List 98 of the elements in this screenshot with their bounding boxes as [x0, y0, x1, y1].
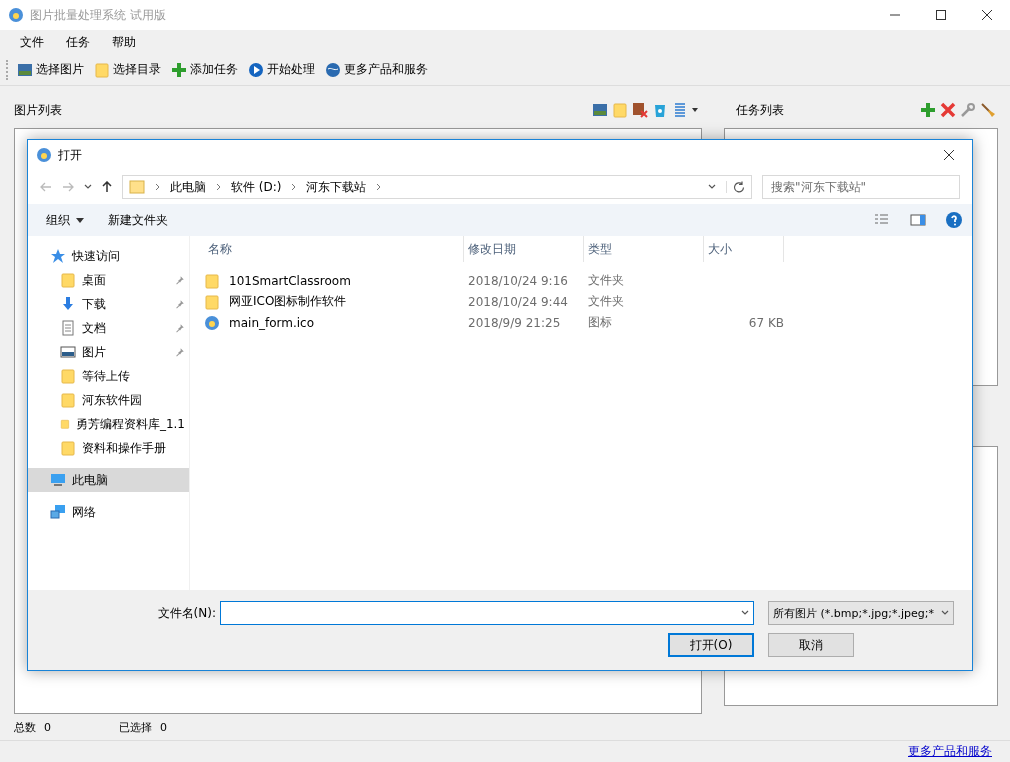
breadcrumb-separator-icon [216, 183, 221, 191]
status-label: 总数 [14, 719, 36, 735]
dialog-button[interactable]: 取消 [768, 633, 854, 657]
broom-icon [980, 102, 996, 118]
star-icon [50, 248, 66, 264]
panel-title: 图片列表 [14, 101, 62, 119]
delete-icon [940, 102, 956, 118]
nav-item[interactable]: 河东软件园 [28, 388, 189, 412]
search-field[interactable]: 搜索"河东下载站" [762, 175, 960, 199]
help-icon [946, 212, 962, 228]
app-icon [204, 314, 220, 331]
close-icon[interactable] [944, 150, 954, 160]
caret-icon [76, 217, 84, 223]
breadcrumb-separator-icon [376, 183, 382, 191]
app-icon [8, 7, 24, 23]
address-bar[interactable]: 此电脑 软件 (D:) 河东下载站 [122, 175, 752, 199]
pin-icon [175, 275, 185, 285]
footer-link[interactable]: 更多产品和服务 [908, 743, 992, 760]
maximize-icon[interactable] [936, 10, 946, 20]
status-value: 0 [44, 720, 51, 734]
picture-icon [592, 102, 608, 118]
column-header[interactable]: 名称 [204, 236, 464, 262]
play-icon [248, 61, 264, 78]
nav-item[interactable]: 此电脑 [28, 468, 189, 492]
window-title: 图片批量处理系统 试用版 [30, 6, 166, 24]
folder-icon [94, 61, 110, 78]
breadcrumb-separator-icon [291, 183, 297, 191]
chevron-icon [941, 610, 949, 616]
folder-icon [60, 368, 76, 384]
download-icon [60, 296, 76, 312]
image-delete-icon [632, 102, 648, 118]
toolbar-button[interactable]: 更多产品和服务 [323, 61, 430, 78]
nav-item[interactable]: 快速访问 [28, 244, 189, 268]
pin-icon [175, 299, 185, 309]
panel-title: 任务列表 [736, 101, 784, 119]
dialog-button[interactable]: 打开(O) [668, 633, 754, 657]
refresh-icon[interactable] [733, 181, 745, 193]
breadcrumb[interactable]: 河东下载站 [306, 178, 367, 196]
nav-item[interactable]: 资料和操作手册 [28, 436, 189, 460]
document-icon [60, 320, 76, 336]
picture-icon [17, 61, 33, 78]
field-label: 文件名(N): [157, 604, 216, 622]
up-arrow-icon[interactable] [102, 181, 112, 193]
command-button[interactable]: 新建文件夹 [100, 209, 176, 231]
nav-item[interactable]: 勇芳编程资料库_1.1 [28, 412, 189, 436]
toolbar-button[interactable]: 开始处理 [246, 61, 317, 78]
folder-icon [204, 293, 220, 310]
network-icon [50, 504, 66, 520]
column-header[interactable]: 大小 [704, 236, 784, 262]
folder-icon [60, 440, 76, 456]
file-row[interactable]: main_form.ico 2018/9/9 21:25 图标 67 KB [190, 312, 972, 333]
nav-item[interactable]: 等待上传 [28, 364, 189, 388]
column-header[interactable]: 修改日期 [464, 236, 584, 262]
pin-icon [175, 323, 185, 333]
folder-icon [612, 102, 628, 118]
plus-icon [171, 61, 187, 78]
list-icon [672, 102, 688, 118]
column-header[interactable]: 类型 [584, 236, 704, 262]
file-row[interactable]: 网亚ICO图标制作软件 2018/10/24 9:44 文件夹 [190, 291, 972, 312]
nav-item[interactable]: 下载 [28, 292, 189, 316]
file-type-dropdown[interactable]: 所有图片 (*.bmp;*.jpg;*.jpeg;* [768, 601, 954, 625]
folder-icon [204, 272, 220, 289]
preview-pane-icon [910, 212, 926, 228]
breadcrumb[interactable]: 软件 (D:) [231, 178, 282, 196]
menu-item[interactable]: 文件 [14, 33, 50, 51]
folder-icon [60, 272, 76, 288]
pin-icon [175, 347, 185, 357]
status-label: 已选择 [119, 719, 152, 735]
nav-item[interactable]: 桌面 [28, 268, 189, 292]
filename-field[interactable] [220, 601, 754, 625]
computer-icon [50, 472, 66, 488]
toolbar-button[interactable]: 选择目录 [92, 61, 163, 78]
history-chevron-icon[interactable] [84, 184, 92, 190]
folder-icon [129, 179, 145, 195]
breadcrumb-separator-icon [155, 183, 160, 191]
wrench-icon [960, 102, 976, 118]
trash-icon [652, 102, 668, 118]
file-row[interactable]: 101SmartClassroom 2018/10/24 9:16 文件夹 [190, 270, 972, 291]
picture-icon [60, 344, 76, 360]
toolbar-button[interactable]: 选择图片 [15, 61, 86, 78]
chevron-icon [741, 610, 749, 616]
command-button[interactable]: 组织 [38, 209, 92, 231]
menu-item[interactable]: 帮助 [106, 33, 142, 51]
plus-icon [920, 102, 936, 118]
nav-item[interactable]: 网络 [28, 500, 189, 524]
status-value: 0 [160, 720, 167, 734]
menu-item[interactable]: 任务 [60, 33, 96, 51]
chevron-icon[interactable] [708, 184, 716, 190]
app-icon [36, 147, 52, 163]
dialog-title: 打开 [58, 146, 82, 164]
nav-item[interactable]: 文档 [28, 316, 189, 340]
nav-item[interactable]: 图片 [28, 340, 189, 364]
toolbar-button[interactable]: 添加任务 [169, 61, 240, 78]
caret-icon[interactable] [692, 108, 698, 112]
folder-icon [60, 392, 76, 408]
close-icon[interactable] [982, 10, 992, 20]
breadcrumb[interactable]: 此电脑 [170, 178, 206, 196]
globe-icon [325, 61, 341, 78]
